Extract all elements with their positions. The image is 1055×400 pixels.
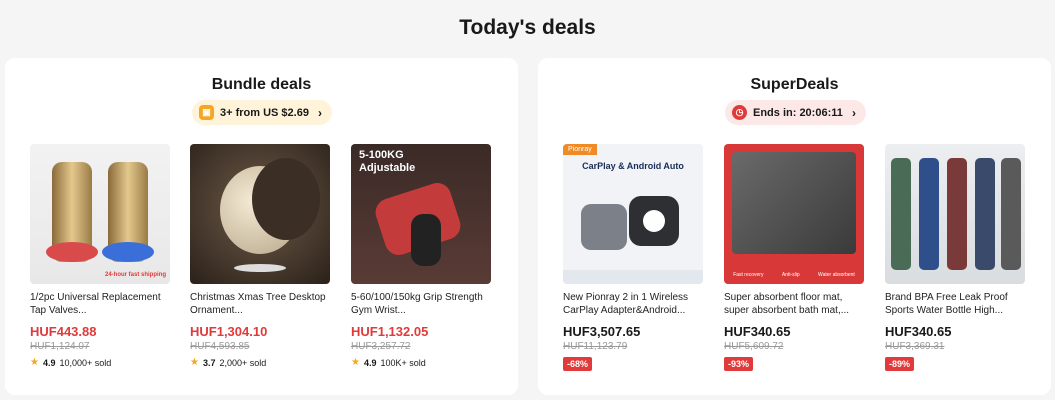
product-meta: ★ 4.9 10,000+ sold — [30, 357, 170, 368]
product-price: HUF3,507.65 — [563, 324, 641, 339]
image-text-adjustable: Adjustable — [359, 162, 416, 174]
product-title[interactable]: 1/2pc Universal Replacement Tap Valves..… — [30, 291, 170, 317]
product-card[interactable]: Pionray CarPlay & Android Auto New Pionr… — [563, 144, 703, 372]
image-label: Water absorbent — [818, 272, 855, 278]
product-card[interactable]: 24-hour fast shipping 1/2pc Universal Re… — [30, 144, 170, 368]
product-sold: 10,000+ sold — [59, 357, 112, 368]
discount-badge: -68% — [563, 357, 593, 371]
product-price: HUF1,132.05 — [351, 324, 429, 339]
product-price: HUF1,304.10 — [190, 324, 268, 339]
product-meta: ★ 3.7 2,000+ sold — [190, 357, 330, 368]
discount-badge: -89% — [885, 357, 915, 371]
product-sold: 100K+ sold — [380, 357, 426, 368]
product-old-price: HUF1,124.07 — [30, 341, 90, 352]
product-price: HUF443.88 — [30, 324, 97, 339]
superdeals-panel[interactable]: SuperDeals ◷ Ends in: 20:06:11 › Pionray… — [538, 58, 1051, 395]
bag-icon: ▣ — [199, 105, 214, 120]
product-meta: ★ 4.9 100K+ sold — [351, 357, 491, 368]
chevron-right-icon: › — [852, 105, 856, 120]
product-old-price: HUF11,123.79 — [563, 341, 628, 352]
discount-badge: -93% — [724, 357, 754, 371]
product-card[interactable]: 5-100KG Adjustable 5-60/100/150kg Grip S… — [351, 144, 491, 368]
bundle-deals-pill[interactable]: ▣ 3+ from US $2.69 › — [192, 100, 332, 125]
image-headline: CarPlay & Android Auto — [582, 161, 684, 171]
product-old-price: HUF4,593.85 — [190, 341, 250, 352]
star-icon: ★ — [30, 357, 39, 368]
image-brand-tag: Pionray — [563, 144, 597, 155]
product-card[interactable]: Brand BPA Free Leak Proof Sports Water B… — [885, 144, 1025, 372]
product-rating: 4.9 — [363, 357, 377, 368]
product-card[interactable]: Fast recovery Anti-slip Water absorbent … — [724, 144, 864, 372]
product-title[interactable]: Super absorbent floor mat, super absorbe… — [724, 291, 864, 317]
product-image-tap-valves[interactable]: 24-hour fast shipping — [30, 144, 170, 284]
clock-icon: ◷ — [732, 105, 747, 120]
product-image-carplay-adapter[interactable]: Pionray CarPlay & Android Auto — [563, 144, 703, 284]
image-label: Fast recovery — [733, 272, 764, 278]
page-title: Today's deals — [459, 16, 596, 39]
chevron-right-icon: › — [318, 105, 322, 120]
bundle-deals-panel[interactable]: Bundle deals ▣ 3+ from US $2.69 › 24-hou… — [5, 58, 518, 395]
bundle-deals-title: Bundle deals — [211, 76, 312, 93]
image-label: Anti-slip — [781, 272, 800, 278]
image-shipping-tag: 24-hour fast shipping — [104, 272, 166, 278]
product-old-price: HUF3,369.31 — [885, 341, 945, 352]
product-old-price: HUF3,257.72 — [351, 341, 411, 352]
product-rating: 4.9 — [42, 357, 56, 368]
superdeals-timer-pill[interactable]: ◷ Ends in: 20:06:11 › — [725, 100, 866, 125]
product-card[interactable]: Christmas Xmas Tree Desktop Ornament... … — [190, 144, 330, 368]
product-image-moon-ornament[interactable] — [190, 144, 330, 284]
product-image-grip-strengthener[interactable]: 5-100KG Adjustable — [351, 144, 491, 284]
product-image-floor-mat[interactable]: Fast recovery Anti-slip Water absorbent — [724, 144, 864, 284]
image-text-weight: 5-100KG — [359, 149, 404, 161]
star-icon: ★ — [351, 357, 360, 368]
product-price: HUF340.65 — [885, 324, 952, 339]
product-title[interactable]: Brand BPA Free Leak Proof Sports Water B… — [885, 291, 1025, 317]
product-price: HUF340.65 — [724, 324, 791, 339]
star-icon: ★ — [190, 357, 199, 368]
product-sold: 2,000+ sold — [219, 357, 267, 368]
product-title[interactable]: Christmas Xmas Tree Desktop Ornament... — [190, 291, 330, 317]
deals-page: Today's deals Bundle deals ▣ 3+ from US … — [0, 0, 1055, 400]
countdown-text: Ends in: 20:06:11 — [753, 106, 843, 119]
product-title[interactable]: New Pionray 2 in 1 Wireless CarPlay Adap… — [563, 291, 703, 317]
product-image-water-bottles[interactable] — [885, 144, 1025, 284]
product-title[interactable]: 5-60/100/150kg Grip Strength Gym Wrist..… — [351, 291, 491, 317]
superdeals-title: SuperDeals — [750, 76, 839, 93]
product-old-price: HUF5,609.72 — [724, 341, 784, 352]
bundle-pill-text: 3+ from US $2.69 — [220, 106, 309, 119]
product-rating: 3.7 — [202, 357, 216, 368]
